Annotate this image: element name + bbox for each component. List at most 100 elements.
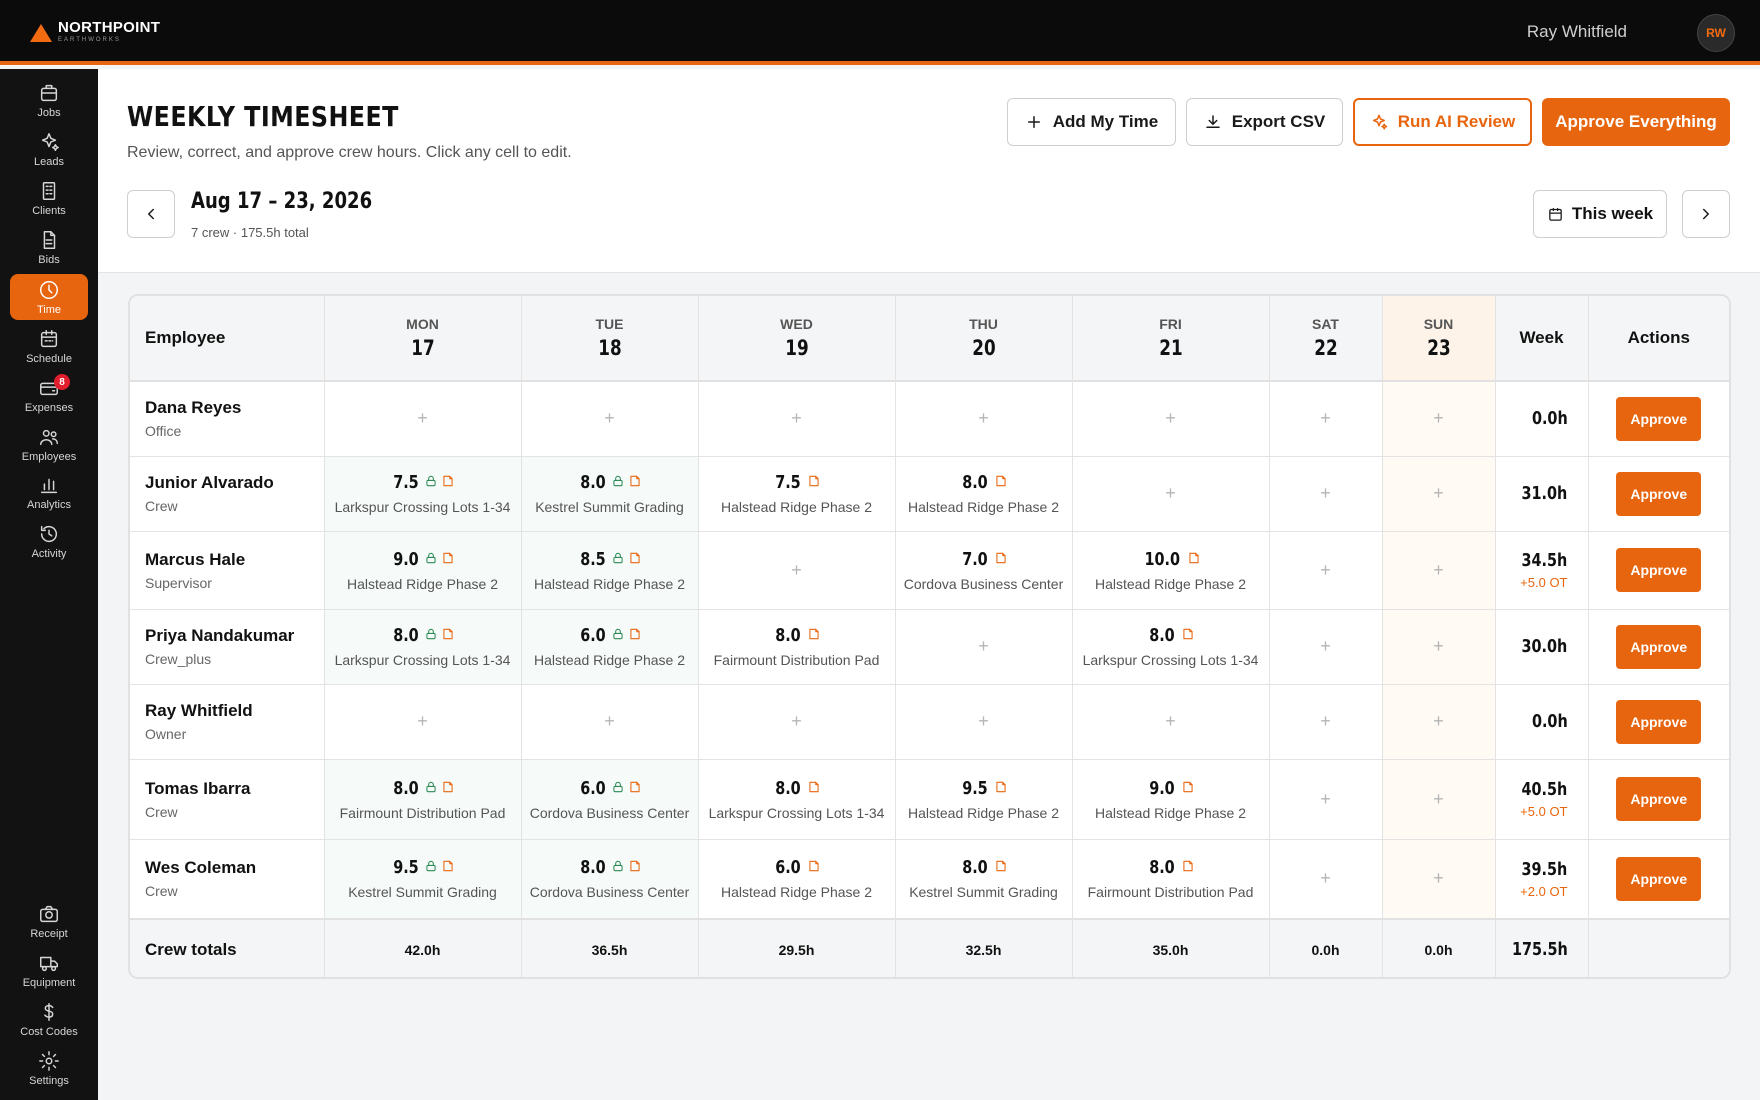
sidebar-item-leads[interactable]: Leads [10, 126, 88, 172]
time-entry-cell[interactable]: 8.0 Kestrel Summit Grading [521, 456, 699, 532]
sidebar-item-employees[interactable]: Employees [10, 421, 88, 467]
next-week-button[interactable] [1682, 190, 1730, 238]
note-icon[interactable] [807, 474, 821, 488]
time-entry-cell[interactable]: 9.5 Kestrel Summit Grading [324, 839, 522, 920]
sidebar-item-equipment[interactable]: Equipment [10, 947, 88, 993]
sidebar-item-time[interactable]: Time [10, 274, 88, 320]
add-hours-cell[interactable]: + [521, 381, 699, 457]
sidebar-item-jobs[interactable]: Jobs [10, 77, 88, 123]
note-icon[interactable] [1187, 551, 1201, 565]
run-ai-review-button[interactable]: Run AI Review [1353, 98, 1532, 146]
note-icon[interactable] [441, 551, 455, 565]
add-hours-cell[interactable]: + [324, 381, 522, 457]
time-entry-cell[interactable]: 6.0 Halstead Ridge Phase 2 [698, 839, 896, 920]
note-icon[interactable] [994, 780, 1008, 794]
add-hours-cell[interactable]: + [698, 684, 896, 760]
sidebar-item-analytics[interactable]: Analytics [10, 469, 88, 515]
note-icon[interactable] [1181, 627, 1195, 641]
time-entry-cell[interactable]: 8.0 Kestrel Summit Grading [895, 839, 1073, 920]
export-csv-button[interactable]: Export CSV [1186, 98, 1343, 146]
time-entry-cell[interactable]: 9.5 Halstead Ridge Phase 2 [895, 759, 1073, 840]
note-icon[interactable] [628, 551, 642, 565]
time-entry-cell[interactable]: 8.0 Fairmount Distribution Pad [698, 609, 896, 685]
sidebar-item-receipt[interactable]: Receipt [10, 898, 88, 944]
previous-week-button[interactable] [127, 190, 175, 238]
approve-button[interactable]: Approve [1616, 856, 1702, 901]
add-hours-cell[interactable]: + [698, 531, 896, 610]
add-hours-cell[interactable]: + [1382, 684, 1496, 760]
note-icon[interactable] [1181, 859, 1195, 873]
approve-button[interactable]: Approve [1616, 777, 1702, 821]
sidebar-item-expenses[interactable]: Expenses 8 [10, 372, 88, 418]
add-hours-cell[interactable]: + [1382, 531, 1496, 610]
note-icon[interactable] [441, 474, 455, 488]
add-hours-cell[interactable]: + [1269, 381, 1383, 457]
sidebar-item-clients[interactable]: Clients [10, 175, 88, 221]
add-hours-cell[interactable]: + [1269, 839, 1383, 920]
add-hours-cell[interactable]: + [1382, 609, 1496, 685]
time-entry-cell[interactable]: 9.0 Halstead Ridge Phase 2 [1072, 759, 1270, 840]
time-entry-cell[interactable]: 8.0 Cordova Business Center [521, 839, 699, 920]
time-entry-cell[interactable]: 7.0 Cordova Business Center [895, 531, 1073, 610]
add-hours-cell[interactable]: + [1382, 839, 1496, 920]
add-my-time-button[interactable]: Add My Time [1007, 98, 1176, 146]
add-hours-cell[interactable]: + [1072, 381, 1270, 457]
time-entry-cell[interactable]: 8.0 Fairmount Distribution Pad [1072, 839, 1270, 920]
note-icon[interactable] [994, 859, 1008, 873]
time-entry-cell[interactable]: 8.0 Fairmount Distribution Pad [324, 759, 522, 840]
note-icon[interactable] [994, 474, 1008, 488]
add-hours-cell[interactable]: + [1072, 684, 1270, 760]
note-icon[interactable] [628, 474, 642, 488]
time-entry-cell[interactable]: 8.0 Larkspur Crossing Lots 1-34 [324, 609, 522, 685]
add-hours-cell[interactable]: + [1269, 609, 1383, 685]
approve-button[interactable]: Approve [1616, 471, 1702, 516]
time-entry-cell[interactable]: 7.5 Larkspur Crossing Lots 1-34 [324, 456, 522, 532]
add-hours-cell[interactable]: + [1269, 684, 1383, 760]
add-hours-cell[interactable]: + [895, 684, 1073, 760]
time-entry-cell[interactable]: 6.0 Halstead Ridge Phase 2 [521, 609, 699, 685]
approve-button[interactable]: Approve [1616, 699, 1702, 744]
time-entry-cell[interactable]: 8.0 Larkspur Crossing Lots 1-34 [698, 759, 896, 840]
add-hours-cell[interactable]: + [1269, 456, 1383, 532]
time-entry-cell[interactable]: 8.0 Halstead Ridge Phase 2 [895, 456, 1073, 532]
note-icon[interactable] [807, 780, 821, 794]
add-hours-cell[interactable]: + [521, 684, 699, 760]
add-hours-cell[interactable]: + [698, 381, 896, 457]
add-hours-cell[interactable]: + [1269, 759, 1383, 840]
add-hours-cell[interactable]: + [324, 684, 522, 760]
add-hours-cell[interactable]: + [895, 381, 1073, 457]
time-entry-cell[interactable]: 8.0 Larkspur Crossing Lots 1-34 [1072, 609, 1270, 685]
note-icon[interactable] [807, 627, 821, 641]
add-hours-cell[interactable]: + [1269, 531, 1383, 610]
this-week-button[interactable]: This week [1533, 190, 1667, 238]
time-entry-cell[interactable]: 9.0 Halstead Ridge Phase 2 [324, 531, 522, 610]
note-icon[interactable] [628, 780, 642, 794]
note-icon[interactable] [628, 859, 642, 873]
note-icon[interactable] [441, 859, 455, 873]
sidebar-item-activity[interactable]: Activity [10, 518, 88, 564]
time-entry-cell[interactable]: 10.0 Halstead Ridge Phase 2 [1072, 531, 1270, 610]
add-hours-cell[interactable]: + [1382, 381, 1496, 457]
time-entry-cell[interactable]: 7.5 Halstead Ridge Phase 2 [698, 456, 896, 532]
note-icon[interactable] [441, 780, 455, 794]
sidebar-item-settings[interactable]: Settings [10, 1045, 88, 1091]
sidebar-item-bids[interactable]: Bids [10, 224, 88, 270]
note-icon[interactable] [807, 859, 821, 873]
add-hours-cell[interactable]: + [1382, 759, 1496, 840]
approve-button[interactable]: Approve [1616, 548, 1702, 592]
time-entry-cell[interactable]: 8.5 Halstead Ridge Phase 2 [521, 531, 699, 610]
note-icon[interactable] [628, 627, 642, 641]
time-entry-cell[interactable]: 6.0 Cordova Business Center [521, 759, 699, 840]
sidebar-item-cost-codes[interactable]: Cost Codes [10, 996, 88, 1042]
note-icon[interactable] [1181, 780, 1195, 794]
add-hours-cell[interactable]: + [895, 609, 1073, 685]
add-hours-cell[interactable]: + [1072, 456, 1270, 532]
note-icon[interactable] [441, 627, 455, 641]
add-hours-cell[interactable]: + [1382, 456, 1496, 532]
note-icon[interactable] [994, 551, 1008, 565]
sidebar-item-schedule[interactable]: Schedule [10, 323, 88, 369]
avatar[interactable]: RW [1697, 14, 1735, 52]
approve-everything-button[interactable]: Approve Everything [1542, 98, 1730, 146]
approve-button[interactable]: Approve [1616, 396, 1702, 441]
brand-logo[interactable]: NORTHPOINT EARTHWORKS [30, 19, 160, 44]
